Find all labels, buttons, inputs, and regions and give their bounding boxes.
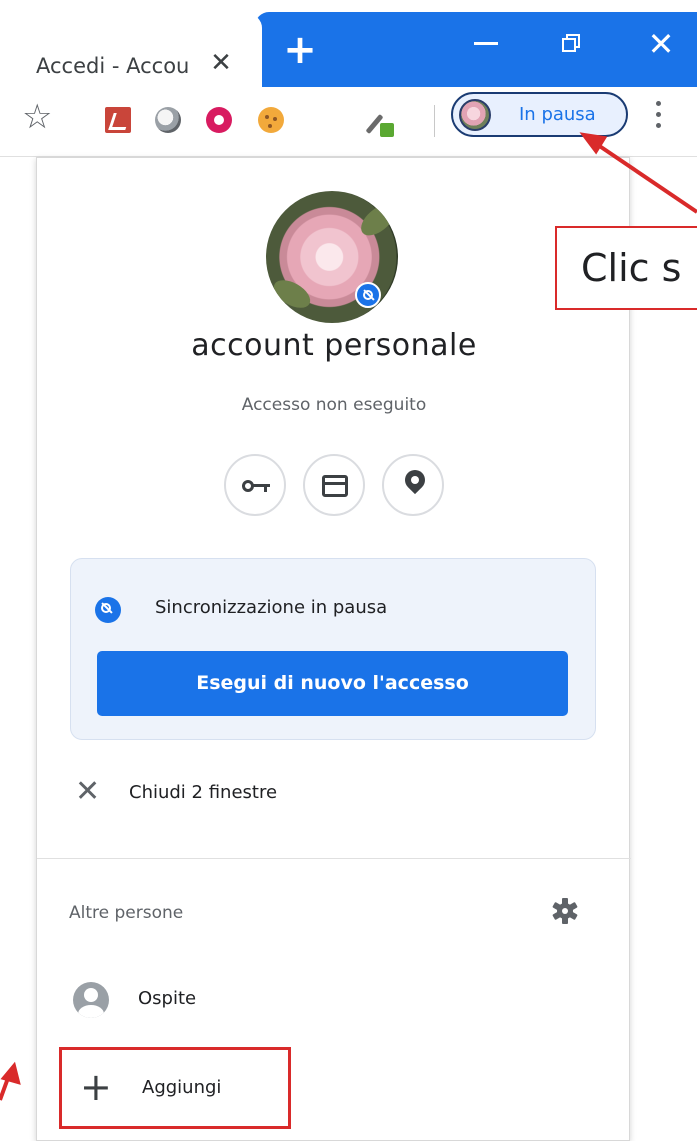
toolbar-separator xyxy=(434,105,435,137)
guest-label: Ospite xyxy=(138,988,197,1009)
other-people-heading: Altre persone xyxy=(69,903,184,923)
close-icon: ✕ xyxy=(75,774,101,809)
close-windows-item[interactable]: ✕ Chiudi 2 finestre xyxy=(37,758,631,830)
sync-status-card: Sincronizzazione in pausa Esegui di nuov… xyxy=(70,558,596,740)
key-icon xyxy=(242,480,270,492)
bookmark-star-icon[interactable]: ☆ xyxy=(22,97,52,137)
close-windows-label: Chiudi 2 finestre xyxy=(129,782,278,803)
guest-avatar-icon xyxy=(73,982,109,1018)
sync-status-text: Sincronizzazione in pausa xyxy=(155,597,388,618)
sync-paused-icon xyxy=(95,597,121,623)
minimize-button[interactable] xyxy=(474,42,498,45)
donut-extension-icon[interactable] xyxy=(206,107,232,133)
add-person-label: Aggiungi xyxy=(142,1077,222,1098)
browser-toolbar: ☆ In pausa xyxy=(0,87,697,157)
sync-paused-badge-icon xyxy=(355,282,381,308)
profile-name: account personale xyxy=(191,328,477,363)
sign-in-again-button[interactable]: Esegui di nuovo l'accesso xyxy=(97,651,568,716)
profile-button[interactable]: In pausa xyxy=(451,92,628,137)
annotation-callout: Clic s xyxy=(555,226,697,310)
pdf-extension-icon[interactable] xyxy=(105,107,131,133)
payment-methods-button[interactable] xyxy=(303,454,365,516)
cookie-extension-icon[interactable] xyxy=(258,107,284,133)
profile-avatar xyxy=(266,191,398,323)
tab-title: Accedi - Accou xyxy=(36,54,190,78)
profile-avatar-icon xyxy=(459,99,491,131)
card-icon xyxy=(322,475,348,497)
new-tab-button[interactable]: + xyxy=(278,30,322,74)
profile-status-label: In pausa xyxy=(519,104,596,125)
window-close-button[interactable]: ✕ xyxy=(646,26,676,62)
annotation-text: Clic s xyxy=(581,246,682,290)
passwords-button[interactable] xyxy=(224,454,286,516)
tab-close-icon[interactable]: ✕ xyxy=(206,48,236,78)
more-menu-icon[interactable] xyxy=(656,101,662,131)
plus-icon: + xyxy=(80,1065,112,1109)
gear-icon[interactable] xyxy=(552,898,578,924)
menu-divider xyxy=(37,858,631,859)
addresses-button[interactable] xyxy=(382,454,444,516)
arrow-to-add-item xyxy=(0,1077,10,1101)
sign-in-status: Accesso non eseguito xyxy=(241,395,427,415)
globe-extension-icon[interactable] xyxy=(155,107,181,133)
profile-menu-popup: account personale Accesso non eseguito S… xyxy=(36,157,631,1141)
restore-button[interactable] xyxy=(562,34,580,52)
browser-tab[interactable]: Accedi - Accou ✕ xyxy=(0,14,262,87)
location-pin-icon xyxy=(400,465,430,495)
arrowhead-add-item xyxy=(0,1061,21,1085)
add-person-item[interactable]: + Aggiungi xyxy=(59,1047,291,1129)
title-bar: Accedi - Accou ✕ + ✕ xyxy=(0,0,697,87)
guest-profile-item[interactable]: Ospite xyxy=(37,968,631,1030)
color-picker-extension-icon[interactable] xyxy=(365,105,394,137)
